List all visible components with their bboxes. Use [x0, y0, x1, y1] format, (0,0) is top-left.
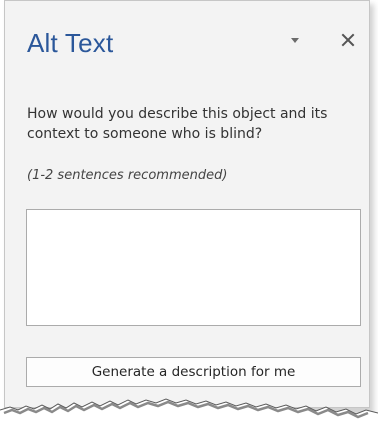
triangle-down-icon [291, 38, 299, 43]
pane-title: Alt Text [27, 28, 114, 58]
alt-text-pane: Alt Text How would you describe this obj… [4, 0, 370, 408]
alt-text-description-input[interactable] [26, 209, 361, 326]
close-button[interactable] [335, 27, 361, 53]
torn-edge [0, 398, 378, 441]
close-icon [341, 33, 355, 47]
sentence-hint: (1-2 sentences recommended) [27, 168, 228, 183]
description-prompt: How would you describe this object and i… [27, 106, 328, 142]
pane-options-button[interactable] [283, 29, 307, 53]
